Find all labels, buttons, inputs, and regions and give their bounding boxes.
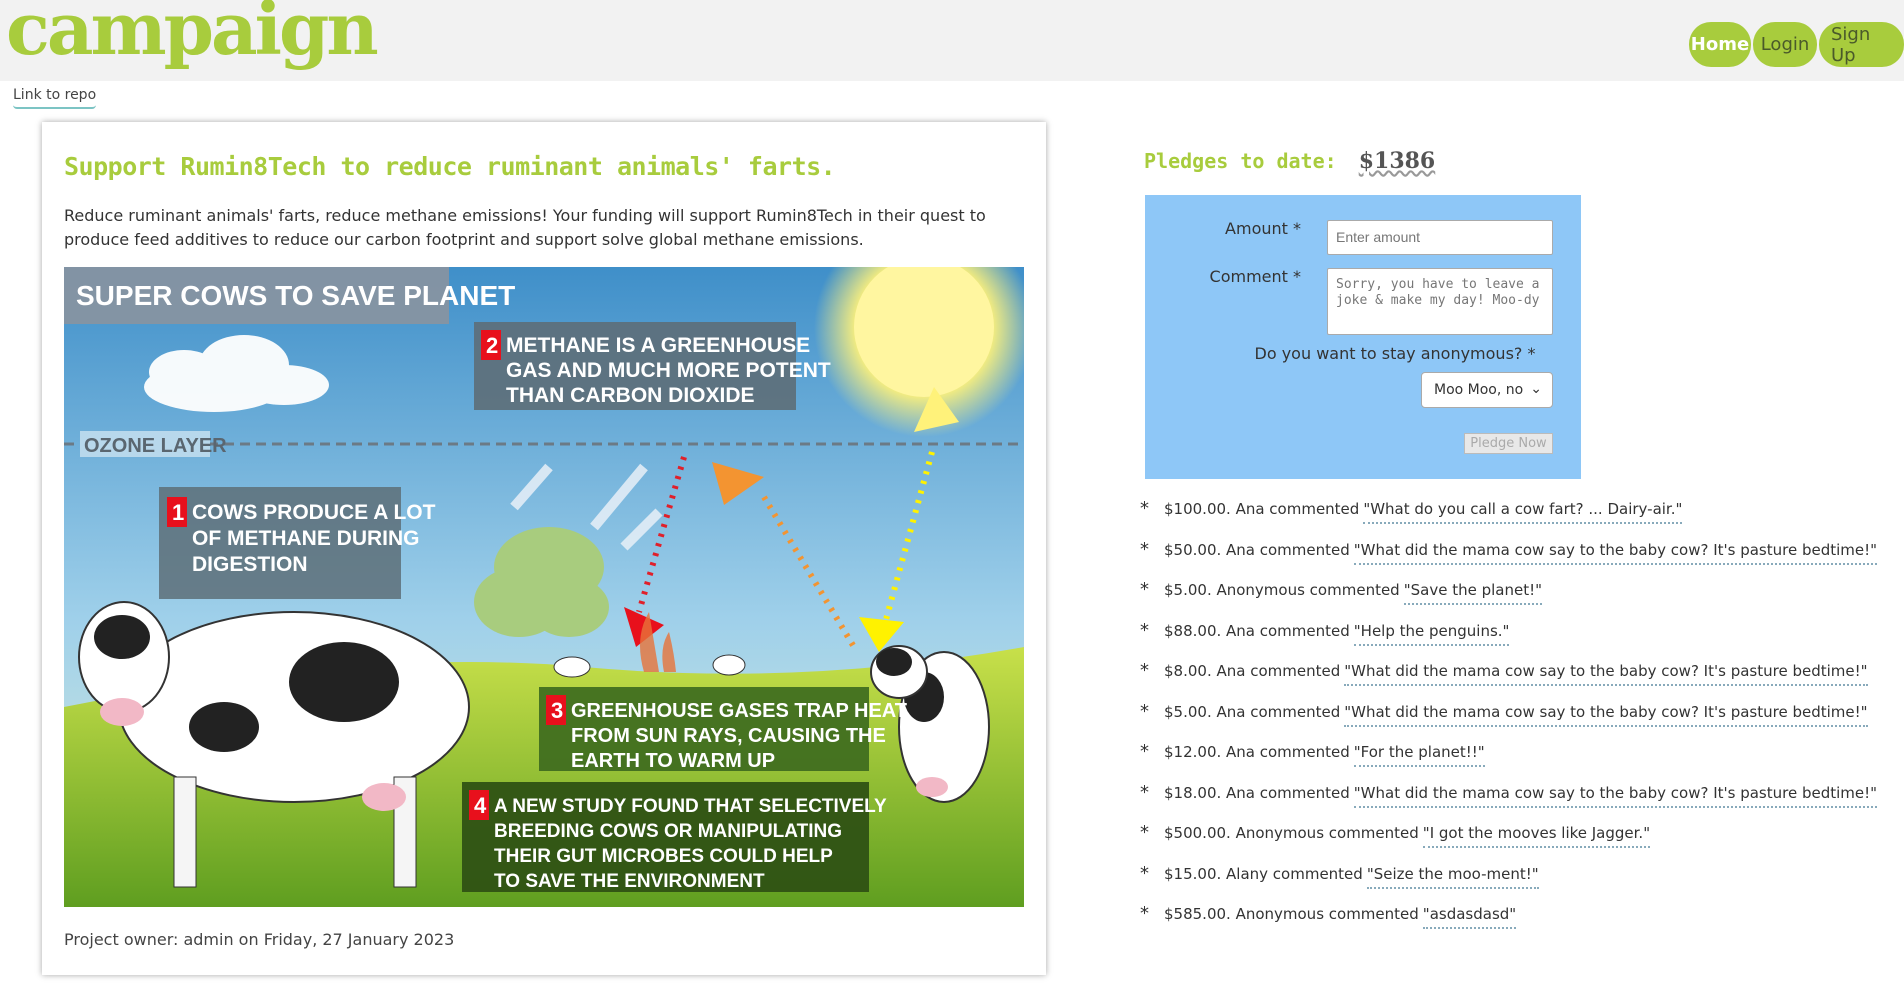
list-item: * $5.00. Anonymous commented "Save the pla… [1140,581,1877,622]
svg-text:EARTH TO WARM UP: EARTH TO WARM UP [571,750,775,772]
bullet-icon: * [1140,579,1149,600]
bullet-icon: * [1140,862,1149,884]
svg-text:2: 2 [486,333,498,358]
pledge-now-button[interactable]: Pledge Now [1464,433,1553,454]
svg-text:4: 4 [474,793,487,818]
infographic-svg: SUPER COWS TO SAVE PLANET OZONE LAYER 1 … [64,267,1024,907]
infographic-headline: SUPER COWS TO SAVE PLANET [76,280,515,311]
amount-label: Amount * [1225,219,1301,238]
home-button[interactable]: Home [1689,22,1751,67]
login-button[interactable]: Login [1753,22,1817,67]
svg-text:DIGESTION: DIGESTION [192,553,308,576]
list-item: * $8.00. Ana commented "What did the mama … [1140,662,1877,703]
list-item: * $5.00. Ana commented "What did the mama … [1140,700,1877,744]
bullet-icon: * [1140,498,1149,519]
list-item: * $50.00. Ana commented "What did the mama… [1140,538,1878,582]
step-box-1: 1 COWS PRODUCE A LOT OF METHANE DURING D… [159,487,436,599]
step-box-2: 2 METHANE IS A GREENHOUSE GAS AND MUCH M… [474,322,831,410]
bullet-icon: * [1140,660,1149,681]
svg-text:METHANE IS A GREENHOUSE: METHANE IS A GREENHOUSE [506,334,810,357]
svg-text:THEIR GUT MICROBES COULD HELP: THEIR GUT MICROBES COULD HELP [494,846,833,867]
pledges-label: Pledges to date: [1144,149,1337,173]
list-item: * $500.00. Anonymous commented "I got the … [1140,824,1877,865]
svg-text:TO SAVE THE ENVIRONMENT: TO SAVE THE ENVIRONMENT [494,871,765,892]
svg-text:A NEW STUDY FOUND THAT SELECTI: A NEW STUDY FOUND THAT SELECTIVELY [494,796,887,817]
bullet-icon: * [1140,903,1149,924]
main-nav: Home Login Sign Up [1689,22,1904,67]
bullet-icon: * [1140,741,1149,762]
step-box-3: 3 GREENHOUSE GASES TRAP HEAT FROM SUN RA… [539,687,907,772]
list-item: * $15.00. Alany commented "Seize the moo-m… [1140,862,1877,906]
svg-text:1: 1 [172,500,184,525]
campaign-infographic: SUPER COWS TO SAVE PLANET OZONE LAYER 1 … [64,267,1024,907]
anonymous-select-value: Moo Moo, no [1434,382,1524,398]
svg-text:GREENHOUSE GASES TRAP HEAT: GREENHOUSE GASES TRAP HEAT [571,700,907,722]
svg-text:OF METHANE DURING: OF METHANE DURING [192,527,420,550]
svg-text:BREEDING COWS OR MANIPULATING: BREEDING COWS OR MANIPULATING [494,821,842,842]
bullet-icon: * [1140,700,1149,722]
list-item: * $18.00. Ana commented "What did the mama… [1140,781,1878,825]
bullet-icon: * [1140,538,1149,560]
list-item: * $88.00. Ana commented "Help the penguins… [1140,619,1877,663]
anonymous-label: Do you want to stay anonymous? * [1254,344,1536,363]
pledges-summary: Pledges to date: $1386 [1144,148,1435,174]
pledges-amount: $1386 [1358,148,1436,174]
campaign-card: Support Rumin8Tech to reduce ruminant an… [42,122,1046,975]
bullet-icon: * [1140,619,1149,641]
signup-button[interactable]: Sign Up [1819,22,1904,67]
chevron-down-icon: ⌄ [1530,381,1542,397]
amount-input[interactable]: Enter amount [1327,220,1553,255]
bullet-icon: * [1140,781,1149,803]
svg-text:GAS AND MUCH MORE POTENT: GAS AND MUCH MORE POTENT [506,359,831,382]
step-box-4: 4 A NEW STUDY FOUND THAT SELECTIVELY BRE… [462,782,887,892]
campaign-description: Reduce ruminant animals' farts, reduce m… [64,206,986,249]
list-item: * $100.00. Ana commented "What do you call… [1140,500,1877,541]
comment-label: Comment * [1209,267,1301,286]
svg-text:3: 3 [551,698,563,723]
list-item: * $585.00. Anonymous commented "asdasdasd" [1140,905,1877,946]
repo-link[interactable]: Link to repo [13,87,97,109]
campaign-logo[interactable]: campaign [6,0,379,71]
project-owner: Project owner: admin on Friday, 27 Janua… [64,930,455,949]
svg-text:FROM SUN RAYS, CAUSING THE: FROM SUN RAYS, CAUSING THE [571,725,886,747]
comment-textarea[interactable]: Sorry, you have to leave a joke & make m… [1327,268,1553,335]
pledge-comments-list: * $100.00. Ana commented "What do you call… [1140,500,1878,946]
campaign-title: Support Rumin8Tech to reduce ruminant an… [64,152,836,181]
top-header: campaign Home Login Sign Up [0,0,1904,81]
bullet-icon: * [1140,822,1149,843]
svg-text:COWS PRODUCE A LOT: COWS PRODUCE A LOT [192,501,436,524]
ozone-label: OZONE LAYER [84,435,227,457]
svg-text:THAN CARBON DIOXIDE: THAN CARBON DIOXIDE [506,384,755,407]
pledge-form: Amount * Enter amount Comment * Sorry, y… [1145,195,1581,479]
anonymous-select[interactable]: Moo Moo, no ⌄ [1421,372,1553,408]
list-item: * $12.00. Ana commented "For the planet!!" [1140,743,1877,784]
